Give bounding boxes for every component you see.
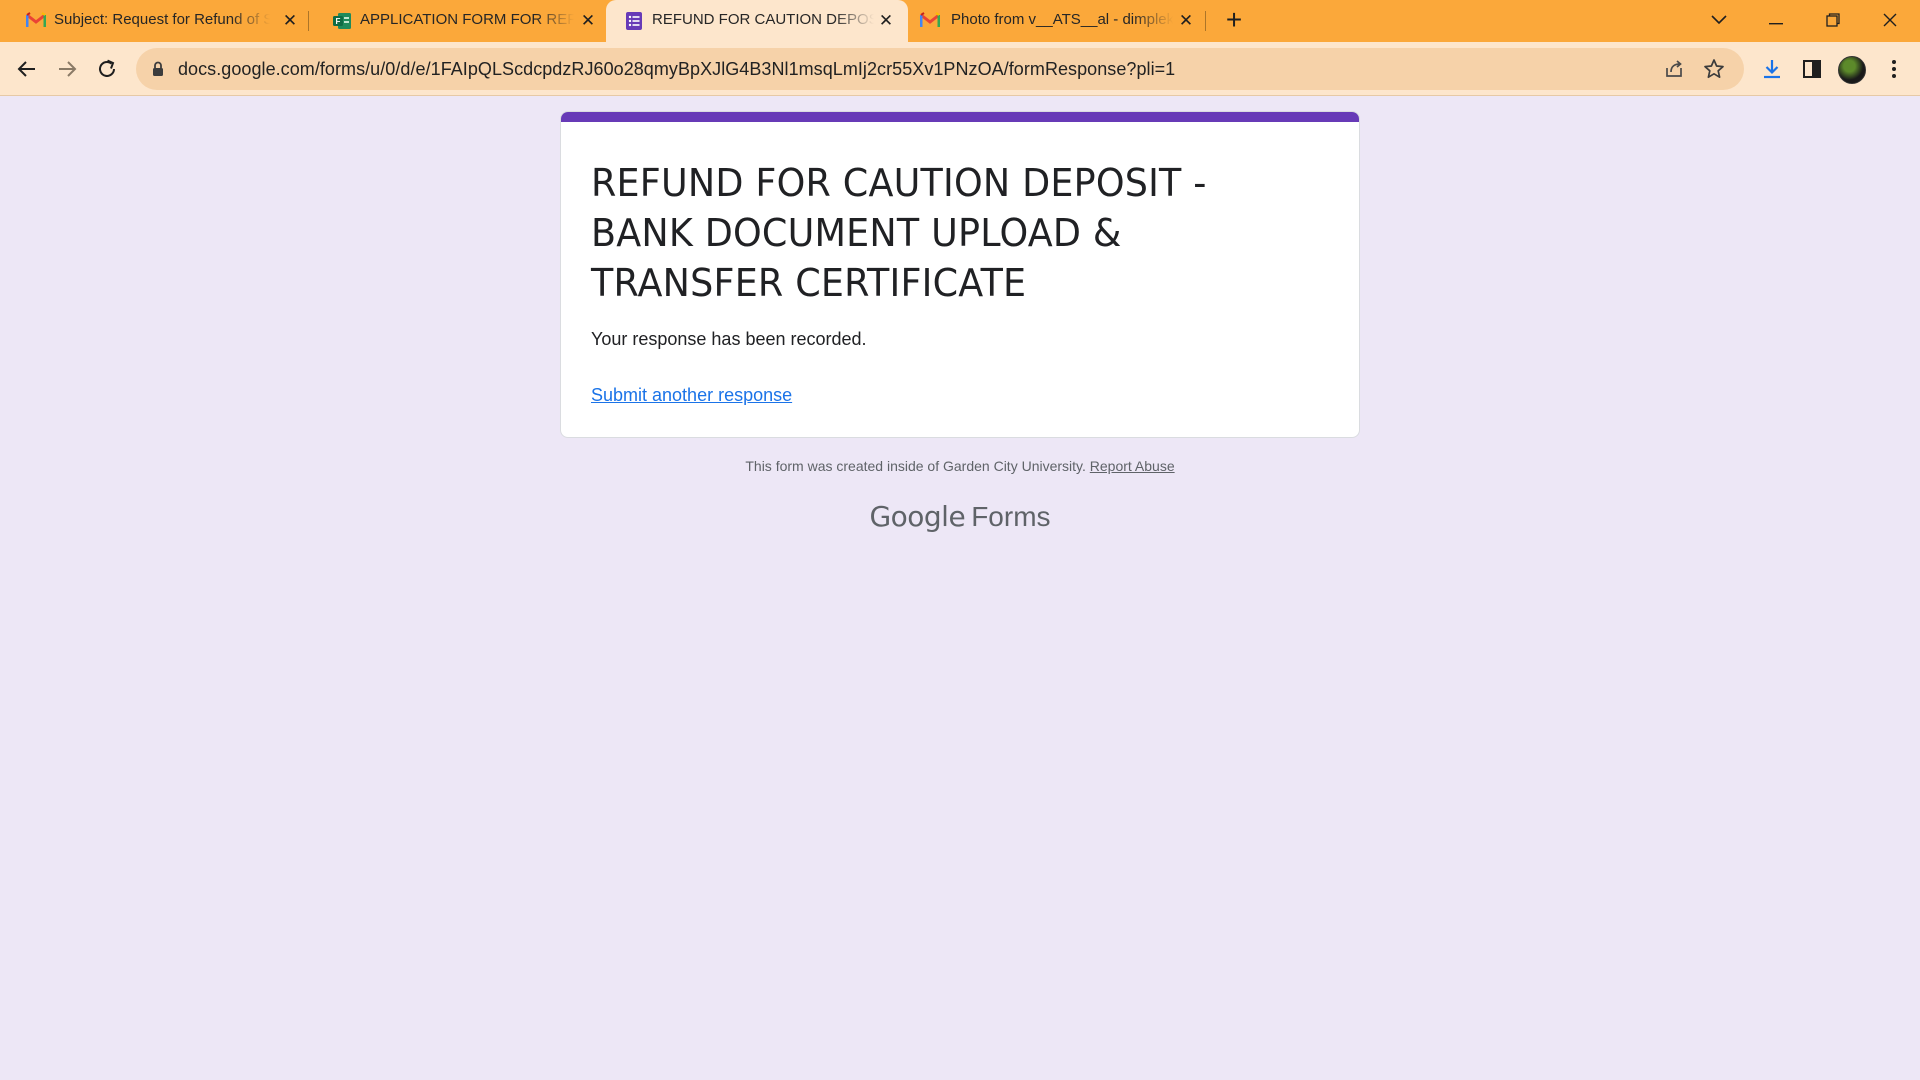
share-icon[interactable] (1662, 57, 1686, 81)
google-forms-icon (624, 12, 644, 30)
gmail-icon (919, 12, 941, 30)
tab-separator (1205, 11, 1206, 31)
lock-icon[interactable] (152, 61, 164, 77)
close-icon[interactable]: ✕ (280, 11, 300, 31)
reload-button[interactable] (93, 55, 121, 83)
tab-title: APPLICATION FORM FOR REFUND (360, 11, 574, 28)
tab-title: Photo from v__ATS__al - dimplek (951, 11, 1173, 28)
tab-gmail-refund-request[interactable]: Subject: Request for Refund of S ✕ (0, 0, 306, 42)
restore-button[interactable] (1817, 6, 1849, 34)
back-button[interactable] (13, 55, 41, 83)
forms-excel-icon: F (332, 12, 352, 30)
tab-application-form[interactable]: F APPLICATION FORM FOR REFUND ✕ (306, 0, 606, 42)
close-icon[interactable]: ✕ (876, 11, 896, 31)
download-icon[interactable] (1760, 57, 1784, 81)
svg-text:F: F (336, 17, 341, 26)
footer-note: This form was created inside of Garden C… (0, 458, 1920, 474)
browser-toolbar: docs.google.com/forms/u/0/d/e/1FAIpQLScd… (0, 42, 1920, 96)
close-icon[interactable]: ✕ (1176, 11, 1196, 31)
tab-gmail-photo[interactable]: Photo from v__ATS__al - dimplek ✕ (908, 0, 1208, 42)
forms-wordmark: Forms (971, 501, 1051, 532)
address-bar[interactable]: docs.google.com/forms/u/0/d/e/1FAIpQLScd… (136, 48, 1744, 90)
tab-strip: Subject: Request for Refund of S ✕ F APP… (0, 0, 1920, 42)
form-response-card: REFUND FOR CAUTION DEPOSIT - BANK DOCUME… (560, 111, 1360, 438)
forward-button[interactable] (53, 55, 81, 83)
tab-search-button[interactable] (1703, 6, 1735, 34)
form-title: REFUND FOR CAUTION DEPOSIT - BANK DOCUME… (591, 161, 1207, 305)
footer-created-text: This form was created inside of Garden C… (745, 458, 1086, 474)
card-accent-bar (561, 112, 1359, 122)
side-panel-icon[interactable] (1800, 57, 1824, 81)
more-menu-icon[interactable] (1882, 57, 1906, 81)
google-forms-logo[interactable]: Google Forms (0, 500, 1920, 533)
close-icon[interactable]: ✕ (578, 11, 598, 31)
tab-refund-caution-deposit[interactable]: REFUND FOR CAUTION DEPOSIT ✕ (606, 0, 908, 42)
submit-another-response-link[interactable]: Submit another response (591, 385, 792, 406)
tab-title: REFUND FOR CAUTION DEPOSIT (652, 11, 874, 28)
url-text[interactable]: docs.google.com/forms/u/0/d/e/1FAIpQLScd… (178, 59, 1175, 80)
google-wordmark: Google (869, 500, 966, 533)
profile-avatar[interactable] (1838, 56, 1866, 84)
bookmark-star-icon[interactable] (1702, 57, 1726, 81)
new-tab-button[interactable]: + (1222, 6, 1246, 34)
confirmation-message: Your response has been recorded. (591, 329, 867, 349)
report-abuse-link[interactable]: Report Abuse (1090, 458, 1175, 474)
tab-title: Subject: Request for Refund of S (54, 11, 270, 28)
gmail-icon (25, 12, 47, 30)
close-window-button[interactable] (1874, 6, 1906, 34)
minimize-button[interactable] (1760, 6, 1792, 34)
